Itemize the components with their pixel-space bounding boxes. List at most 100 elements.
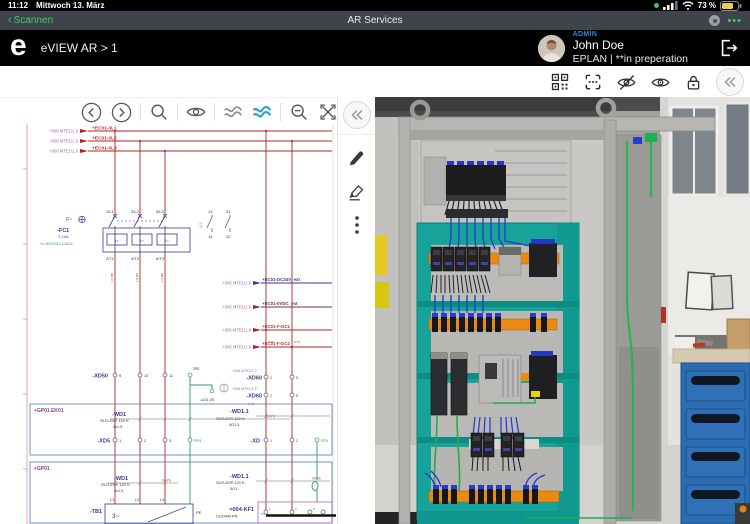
back-button[interactable]: ‹ Scannen bbox=[8, 15, 53, 26]
workbench bbox=[673, 319, 750, 524]
source-refs-mid: +006.MTE1/1.9 +006.MTE1/1.9 +006.MTE1/1.… bbox=[222, 281, 251, 350]
svg-text:F~: F~ bbox=[66, 217, 72, 223]
redline-off-button[interactable] bbox=[222, 101, 244, 123]
status-date: Mittwoch 13. März bbox=[36, 1, 104, 10]
highlighter-tool-button[interactable] bbox=[346, 181, 368, 203]
phase-lines bbox=[88, 131, 332, 510]
svg-text:1: 1 bbox=[119, 438, 122, 443]
corner-object bbox=[735, 503, 750, 524]
svg-text:+EC01-F-DC2: +EC01-F-DC2 bbox=[262, 341, 290, 346]
cellular-bars-icon bbox=[663, 1, 678, 10]
lock-icon bbox=[684, 73, 703, 92]
svg-text:-TB1: -TB1 bbox=[90, 509, 102, 515]
svg-text:4/T2: 4/T2 bbox=[131, 256, 140, 261]
xd60-terminals[interactable]: +006.MTE1/1.3 -XD60 +006.MTE1/1.3 -XD60 … bbox=[232, 369, 299, 406]
search-icon bbox=[148, 101, 170, 123]
page-next-button[interactable] bbox=[110, 101, 133, 124]
collapse-right-panel-button[interactable] bbox=[716, 68, 744, 96]
svg-text:1,5 BK: 1,5 BK bbox=[110, 273, 114, 282]
zoom-out-button[interactable] bbox=[288, 101, 310, 123]
svg-text:14: 14 bbox=[208, 234, 213, 239]
logout-button[interactable] bbox=[718, 37, 740, 59]
double-chevron-left-icon bbox=[723, 76, 737, 88]
eye-icon bbox=[185, 101, 207, 123]
svg-text:2PE: 2PE bbox=[193, 367, 200, 371]
svg-text:+GP01: +GP01 bbox=[34, 466, 50, 472]
svg-text:5G1,5: 5G1,5 bbox=[229, 423, 239, 427]
svg-text:+006.MTE1/1.9: +006.MTE1/1.9 bbox=[222, 305, 251, 310]
qr-code-icon bbox=[550, 72, 570, 92]
lock-button[interactable] bbox=[684, 73, 703, 92]
svg-text:13: 13 bbox=[208, 209, 213, 214]
content-area: +006.MTE1/1.9 +006.MTE1/1.9 +006.MTE1/1.… bbox=[0, 66, 750, 524]
svg-text:+006.MTE1/1.9: +006.MTE1/1.9 bbox=[49, 149, 78, 154]
user-name: John Doe bbox=[573, 39, 688, 53]
svg-text:+006.MTE1/1.9: +006.MTE1/1.9 bbox=[222, 281, 251, 286]
view-layers-button[interactable] bbox=[185, 101, 207, 123]
svg-text:/2.1: /2.1 bbox=[199, 222, 203, 228]
svg-text:3~: 3~ bbox=[112, 513, 120, 520]
svg-text:5/L3: 5/L3 bbox=[156, 209, 165, 214]
svg-text:-XD60: -XD60 bbox=[246, 394, 262, 400]
svg-text:10: 10 bbox=[144, 373, 149, 378]
svg-text:2: 2 bbox=[295, 507, 297, 511]
svg-text:-WD1.1: -WD1.1 bbox=[230, 474, 249, 480]
svg-text:ÖLFLEX® 120 H: ÖLFLEX® 120 H bbox=[101, 483, 130, 487]
schematic-viewer[interactable]: +006.MTE1/1.9 +006.MTE1/1.9 +006.MTE1/1.… bbox=[0, 124, 337, 524]
xd50-terminals[interactable]: -XD50 91011 2PE -U01:25 bbox=[92, 367, 228, 402]
svg-text:GNYE: GNYE bbox=[162, 479, 171, 483]
svg-text:+EC01-3L2: +EC01-3L2 bbox=[92, 136, 117, 142]
ar-nav-bar: ‹ Scannen AR Services ••• bbox=[0, 11, 750, 30]
hide-overlay-button[interactable] bbox=[616, 72, 637, 93]
svg-text:-U01:25: -U01:25 bbox=[200, 397, 215, 402]
svg-text:PE4: PE4 bbox=[321, 439, 328, 443]
svg-text:I>: I> bbox=[115, 238, 119, 243]
breadcrumb[interactable]: eVIEW AR > 1 bbox=[41, 41, 118, 55]
chevron-left-icon: ‹ bbox=[8, 15, 12, 26]
eplan-logo: e bbox=[10, 31, 27, 61]
svg-text:+EC01-3L3: +EC01-3L3 bbox=[92, 146, 117, 152]
breaker-row bbox=[445, 161, 508, 218]
recording-dot-icon bbox=[654, 3, 659, 8]
collapse-tools-button[interactable] bbox=[343, 101, 371, 129]
redline-on-button[interactable] bbox=[251, 101, 273, 123]
pen-tool-button[interactable] bbox=[346, 147, 368, 169]
svg-text:=004-KF1: =004-KF1 bbox=[229, 507, 254, 513]
wave-active-icon bbox=[251, 101, 273, 123]
svg-text:3: 3 bbox=[169, 438, 172, 443]
svg-text:2: 2 bbox=[270, 393, 273, 398]
svg-text:L2: L2 bbox=[135, 498, 139, 502]
search-button[interactable] bbox=[148, 101, 170, 123]
show-overlay-button[interactable] bbox=[650, 72, 671, 93]
logout-icon bbox=[718, 37, 740, 59]
fc1-breaker[interactable]: 1/L13/L25/L3 2/T14/T26/T3 I> bbox=[40, 209, 231, 261]
dc-lines bbox=[253, 281, 332, 349]
scan-frame-button[interactable] bbox=[583, 72, 603, 92]
qr-code-button[interactable] bbox=[550, 72, 570, 92]
svg-text:2: 2 bbox=[144, 438, 147, 443]
more-tools-button[interactable] bbox=[348, 215, 366, 235]
ios-status-bar: 11:12 Mittwoch 13. März 73 % bbox=[0, 0, 750, 11]
zoom-fit-button[interactable] bbox=[317, 101, 339, 123]
svg-text:4x1,5: 4x1,5 bbox=[113, 425, 122, 429]
svg-text:ÖLFLEX® 120 H: ÖLFLEX® 120 H bbox=[216, 481, 245, 485]
schematic-page[interactable]: +006.MTE1/1.9 +006.MTE1/1.9 +006.MTE1/1.… bbox=[0, 124, 337, 524]
back-label: Scannen bbox=[14, 15, 53, 26]
page-prev-button[interactable] bbox=[80, 101, 103, 124]
zoom-out-icon bbox=[288, 101, 310, 123]
double-chevron-left-icon bbox=[350, 109, 364, 121]
svg-text:I>: I> bbox=[165, 238, 169, 243]
ar-camera-view[interactable] bbox=[375, 97, 750, 524]
svg-text:+006.MTE1/1.9: +006.MTE1/1.9 bbox=[222, 328, 251, 333]
svg-text:GNYE: GNYE bbox=[266, 415, 275, 419]
session-indicator-icon[interactable] bbox=[709, 15, 720, 26]
svg-text:-XD50: -XD50 bbox=[92, 374, 108, 380]
svg-text:5: 5 bbox=[296, 375, 299, 380]
svg-text:-XD60: -XD60 bbox=[246, 376, 262, 382]
phase-labels: +EC01-3L1 +EC01-3L2 +EC01-3L3 bbox=[92, 126, 117, 152]
wifi-icon bbox=[682, 1, 694, 10]
avatar[interactable] bbox=[538, 35, 565, 62]
svg-text:+EC01-DC24V_ext: +EC01-DC24V_ext bbox=[262, 277, 300, 282]
svg-text:4x1,5: 4x1,5 bbox=[114, 489, 123, 493]
svg-text:+GP01.EK01: +GP01.EK01 bbox=[34, 408, 64, 414]
